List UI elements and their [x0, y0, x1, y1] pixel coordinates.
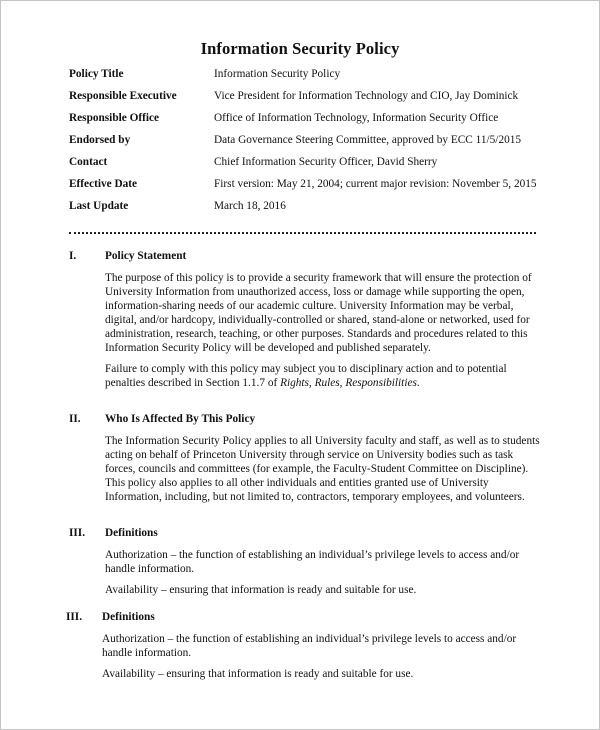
- section-heading: III. Definitions: [66, 610, 546, 624]
- section-heading: I. Policy Statement: [69, 249, 549, 263]
- section-number: II.: [69, 413, 81, 425]
- section-definitions-duplicate: III. Definitions Authorization – the fun…: [66, 610, 546, 688]
- definition-availability: Availability – ensuring that information…: [105, 584, 417, 596]
- section-definitions: III. Definitions Authorization – the fun…: [69, 526, 549, 604]
- meta-value: Information Security Policy: [214, 68, 341, 80]
- meta-label: Contact: [69, 156, 108, 168]
- section-number: I.: [69, 250, 77, 262]
- definition-authorization: Authorization – the function of establis…: [102, 633, 517, 659]
- meta-label: Effective Date: [69, 178, 138, 190]
- meta-label: Responsible Office: [69, 112, 160, 124]
- section-number: III.: [66, 611, 83, 623]
- section-paragraph: The purpose of this policy is to provide…: [105, 272, 532, 354]
- section-who-is-affected: II. Who Is Affected By This Policy The I…: [69, 412, 549, 511]
- section-title: Who Is Affected By This Policy: [105, 413, 256, 425]
- meta-value: Chief Information Security Officer, Davi…: [214, 156, 438, 168]
- meta-label: Last Update: [69, 200, 129, 212]
- meta-value: Data Governance Steering Committee, appr…: [214, 134, 522, 146]
- section-paragraph: The Information Security Policy applies …: [105, 435, 540, 503]
- section-title: Policy Statement: [105, 250, 187, 262]
- document-page: Information Security Policy Policy Title…: [0, 0, 600, 730]
- section-title: Definitions: [105, 527, 158, 539]
- section-heading: II. Who Is Affected By This Policy: [69, 412, 549, 426]
- dotted-divider: [69, 232, 536, 234]
- section-title: Definitions: [102, 611, 155, 623]
- meta-value: First version: May 21, 2004; current maj…: [214, 178, 537, 190]
- definition-authorization: Authorization – the function of establis…: [105, 549, 520, 575]
- meta-label: Endorsed by: [69, 134, 131, 146]
- meta-value: Office of Information Technology, Inform…: [214, 112, 499, 124]
- meta-value: March 18, 2016: [214, 200, 286, 212]
- failure-text-end: .: [416, 377, 420, 389]
- section-policy-statement: I. Policy Statement The purpose of this …: [69, 249, 549, 397]
- section-heading: III. Definitions: [69, 526, 549, 540]
- document-title: Information Security Policy: [200, 39, 400, 58]
- rights-rules-responsibilities-reference: Rights, Rules, Responsibilities: [280, 377, 417, 389]
- meta-label: Policy Title: [69, 68, 124, 80]
- section-number: III.: [69, 527, 86, 539]
- definition-availability: Availability – ensuring that information…: [102, 668, 414, 680]
- meta-value: Vice President for Information Technolog…: [214, 90, 519, 102]
- failure-paragraph: Failure to comply with this policy may s…: [105, 362, 545, 390]
- meta-label: Responsible Executive: [69, 90, 177, 102]
